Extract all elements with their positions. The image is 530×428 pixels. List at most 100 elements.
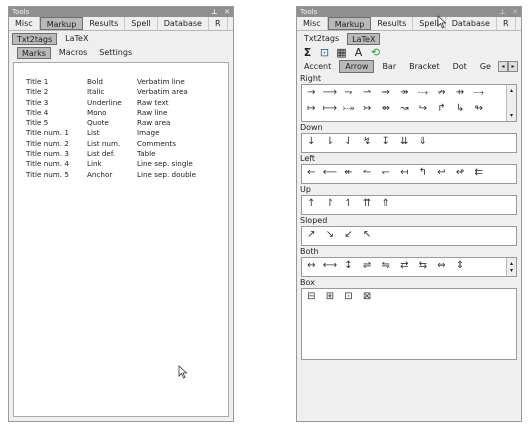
tab-r[interactable]: R: [497, 17, 516, 30]
arrow-symbol-button[interactable]: ↾: [321, 196, 340, 212]
arrow-symbol-button[interactable]: ⇴: [376, 101, 395, 117]
category-tab-accent[interactable]: Accent: [299, 61, 336, 72]
arrow-symbol-button[interactable]: ⇀: [358, 85, 377, 101]
arrow-symbol-button[interactable]: ↰: [414, 165, 433, 181]
arrow-symbol-button[interactable]: ⇄: [395, 258, 414, 274]
arrow-symbol-button[interactable]: ⇆: [414, 258, 433, 274]
mark-item[interactable]: Title 2: [26, 87, 69, 97]
refresh-icon[interactable]: ⟲: [369, 46, 382, 59]
arrow-symbol-button[interactable]: ⇃: [339, 134, 358, 150]
arrow-symbol-button[interactable]: ↪: [414, 101, 433, 117]
tab-markup[interactable]: Markup: [327, 17, 372, 30]
vertical-scrollbar[interactable]: ▴ ▾: [506, 258, 516, 276]
arrow-symbol-button[interactable]: ⇂: [321, 134, 340, 150]
arrow-symbol-button[interactable]: ↫: [451, 165, 470, 181]
pin-icon[interactable]: ⊥: [211, 8, 217, 16]
mark-item[interactable]: Raw line: [137, 108, 196, 118]
arrow-symbol-button[interactable]: ↧: [376, 134, 395, 150]
arrow-symbol-button[interactable]: ↖: [358, 227, 377, 243]
mark-item[interactable]: Title num. 1: [26, 128, 69, 138]
font-icon[interactable]: A: [352, 46, 365, 59]
arrow-symbol-button[interactable]: ⟼: [321, 101, 340, 117]
arrow-symbol-button[interactable]: →: [302, 85, 321, 101]
tab-misc[interactable]: Misc: [297, 17, 328, 30]
mark-item[interactable]: Anchor: [87, 170, 122, 180]
arrow-symbol-button[interactable]: ⇑: [376, 196, 395, 212]
arrow-symbol-button[interactable]: ⇕: [451, 258, 470, 274]
arrow-symbol-button[interactable]: ↠: [395, 85, 414, 101]
arrow-symbol-button[interactable]: ⤏: [414, 85, 433, 101]
subtab-latex[interactable]: LaTeX: [61, 33, 92, 45]
tab-r[interactable]: R: [209, 17, 228, 30]
arrow-symbol-button[interactable]: ⇔: [432, 258, 451, 274]
category-tab-ge[interactable]: Ge: [475, 61, 496, 72]
arrow-symbol-button[interactable]: ⊡: [339, 289, 358, 305]
mark-item[interactable]: Title 5: [26, 118, 69, 128]
scroll-up-icon[interactable]: ▴: [507, 260, 516, 267]
pin-icon[interactable]: ⊥: [499, 8, 505, 16]
mark-item[interactable]: Title 1: [26, 77, 69, 87]
arrow-symbol-button[interactable]: ⇝: [376, 85, 395, 101]
tab-spell[interactable]: Spell: [125, 17, 158, 30]
mark-item[interactable]: Title 3: [26, 98, 69, 108]
mark-item[interactable]: Underline: [87, 98, 122, 108]
mark-item[interactable]: Title num. 2: [26, 139, 69, 149]
scroll-down-icon[interactable]: ▾: [507, 112, 516, 119]
arrow-symbol-button[interactable]: ↿: [339, 196, 358, 212]
vertical-scrollbar[interactable]: ▴ ▾: [506, 85, 516, 121]
arrow-symbol-button[interactable]: ↳: [451, 101, 470, 117]
arrow-symbol-button[interactable]: ↦: [302, 101, 321, 117]
mark-item[interactable]: Title 4: [26, 108, 69, 118]
arrow-symbol-button[interactable]: ⤍: [469, 85, 488, 101]
arrow-symbol-button[interactable]: ⟶: [321, 85, 340, 101]
arrow-symbol-button[interactable]: ↓: [302, 134, 321, 150]
mark-item[interactable]: List: [87, 128, 122, 138]
arrow-symbol-button[interactable]: ⇌: [358, 258, 377, 274]
mark-item[interactable]: Raw text: [137, 98, 196, 108]
arrow-symbol-button[interactable]: ↛: [432, 85, 451, 101]
arrow-symbol-button[interactable]: ⇊: [395, 134, 414, 150]
arrow-symbol-button[interactable]: ↕: [339, 258, 358, 274]
arrow-symbol-button[interactable]: ↑: [302, 196, 321, 212]
scroll-right-icon[interactable]: ▸: [508, 61, 518, 72]
mark-item[interactable]: Bold: [87, 77, 122, 87]
mark-item[interactable]: Verbatim area: [137, 87, 196, 97]
mark-item[interactable]: Title num. 4: [26, 159, 69, 169]
mark-item[interactable]: Line sep. single: [137, 159, 196, 169]
arrow-symbol-button[interactable]: ⊠: [358, 289, 377, 305]
arrow-symbol-button[interactable]: ⟵: [321, 165, 340, 181]
arrow-symbol-button[interactable]: ↼: [358, 165, 377, 181]
arrow-symbol-button[interactable]: ↔: [302, 258, 321, 274]
arrow-symbol-button[interactable]: ←: [302, 165, 321, 181]
arrow-symbol-button[interactable]: ⇈: [358, 196, 377, 212]
arrow-symbol-button[interactable]: ↬: [469, 101, 488, 117]
arrow-symbol-button[interactable]: ↙: [339, 227, 358, 243]
subtab-latex[interactable]: LaTeX: [347, 33, 381, 45]
mark-item[interactable]: List def.: [87, 149, 122, 159]
category-tab-arrow[interactable]: Arrow: [339, 60, 375, 73]
arrow-symbol-button[interactable]: ↣: [358, 101, 377, 117]
arrow-symbol-button[interactable]: ↗: [302, 227, 321, 243]
mark-item[interactable]: Italic: [87, 87, 122, 97]
mark-item[interactable]: Quote: [87, 118, 122, 128]
arrow-symbol-button[interactable]: ⊟: [302, 289, 321, 305]
mark-item[interactable]: Title num. 5: [26, 170, 69, 180]
arrow-symbol-button[interactable]: ↽: [376, 165, 395, 181]
category-tab-bracket[interactable]: Bracket: [404, 61, 444, 72]
bracket-icon[interactable]: ⊡: [318, 46, 331, 59]
arrow-symbol-button[interactable]: ↞: [339, 165, 358, 181]
arrow-symbol-button[interactable]: ⇸: [451, 85, 470, 101]
tab-markup[interactable]: Markup: [39, 17, 84, 30]
mark-item[interactable]: Raw area: [137, 118, 196, 128]
subtab-txt2tags[interactable]: Txt2tags: [300, 33, 343, 45]
arrow-symbol-button[interactable]: ⊞: [321, 289, 340, 305]
tab-misc[interactable]: Misc: [9, 17, 40, 30]
inner-tab-marks[interactable]: Marks: [17, 47, 51, 59]
mark-item[interactable]: Mono: [87, 108, 122, 118]
arrow-symbol-button[interactable]: ⤐: [339, 101, 358, 117]
inner-tab-macros[interactable]: Macros: [55, 47, 91, 59]
close-icon[interactable]: ✕: [512, 8, 518, 16]
arrow-symbol-button[interactable]: ⇁: [339, 85, 358, 101]
arrow-symbol-button[interactable]: ↯: [358, 134, 377, 150]
mark-item[interactable]: Verbatim line: [137, 77, 196, 87]
